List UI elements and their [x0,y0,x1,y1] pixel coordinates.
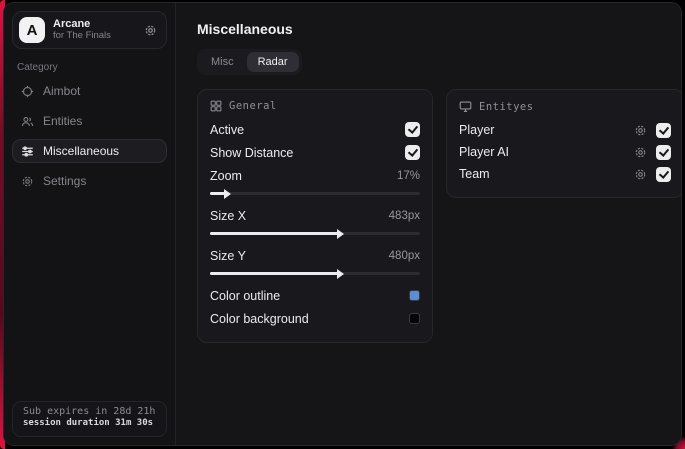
slider-value: 480px [388,249,420,262]
entities-panel-title: Entityes [479,100,534,113]
team-checkbox[interactable] [656,166,671,182]
entity-label: Player [459,123,495,137]
sidebar: A Arcane for The Finals Category Aimbot [4,3,176,445]
size-y-slider-fill [210,268,345,279]
entities-panel: Entityes Player Player AI Team [446,89,681,198]
color-row-outline: Color outline [210,284,420,307]
toggle-label: Show Distance [210,145,294,160]
sidebar-item-aimbot[interactable]: Aimbot [12,79,167,103]
tab-bar: Misc Radar [197,49,302,75]
session-duration-text: session duration 31m 30s [23,418,154,428]
player-ai-checkbox[interactable] [656,144,671,160]
profile-text: Arcane for The Finals [53,18,136,42]
app-name: Arcane [53,18,91,31]
active-checkbox[interactable] [405,122,420,137]
page-title: Miscellaneous [197,21,293,37]
slider-label: Zoom [210,168,242,183]
app-logo: A [19,17,45,43]
crosshair-icon [21,85,34,98]
slider-value: 17% [396,169,420,182]
color-label: Color background [210,311,309,326]
color-background-swatch[interactable] [409,313,420,324]
slider-row-size-y: Size Y 480px [210,244,420,267]
profile-gear-icon[interactable] [144,24,157,37]
entity-row-team: Team [459,163,671,185]
toggle-label: Active [210,122,245,137]
sidebar-item-miscellaneous[interactable]: Miscellaneous [12,139,167,163]
toggle-row-show-distance: Show Distance [210,141,420,164]
subscription-card: Sub expires in 28d 21h session duration … [12,401,167,437]
size-y-slider[interactable] [210,268,420,279]
entity-row-player: Player [459,119,671,141]
sliders-icon [21,145,34,158]
profile-card[interactable]: A Arcane for The Finals [12,11,167,49]
app-window: A Arcane for The Finals Category Aimbot [3,2,682,446]
sub-expiry-text: Sub expires in 28d 21h [23,406,156,417]
slider-value: 483px [388,209,420,222]
users-icon [21,115,34,128]
entity-label: Player AI [459,145,510,159]
slider-row-size-x: Size X 483px [210,204,420,227]
general-panel-header: General [210,100,420,112]
monitor-icon [459,100,472,113]
entities-panel-header: Entityes [459,100,671,113]
sidebar-item-label: Aimbot [43,84,81,98]
general-panel: General Active Show Distance Zoom 17% Si… [197,89,433,343]
tab-radar[interactable]: Radar [246,52,299,72]
entity-gear-icon[interactable] [634,168,647,181]
slider-label: Size Y [210,248,246,263]
zoom-slider[interactable] [210,188,420,199]
color-label: Color outline [210,288,281,303]
slider-label: Size X [210,208,247,223]
size-x-slider[interactable] [210,228,420,239]
entity-gear-icon[interactable] [634,124,647,137]
gear-icon [21,175,34,188]
general-panel-title: General [229,100,277,112]
tab-misc[interactable]: Misc [200,52,245,72]
size-x-slider-fill [210,228,345,239]
sidebar-item-entities[interactable]: Entities [12,109,167,133]
entity-label: Team [459,167,490,181]
toggle-row-active: Active [210,118,420,141]
category-label: Category [17,62,58,73]
sidebar-item-label: Settings [43,174,87,188]
color-row-background: Color background [210,307,420,330]
entity-gear-icon[interactable] [634,146,647,159]
entity-row-player-ai: Player AI [459,141,671,163]
app-subtitle: for The Finals [53,29,111,41]
panels-row: General Active Show Distance Zoom 17% Si… [197,89,681,343]
color-outline-swatch[interactable] [409,290,420,301]
slider-row-zoom: Zoom 17% [210,164,420,187]
player-checkbox[interactable] [656,122,671,138]
sidebar-item-label: Miscellaneous [43,144,120,158]
sidebar-item-settings[interactable]: Settings [12,169,167,193]
layout-grid-icon [210,100,222,112]
show-distance-checkbox[interactable] [405,145,420,160]
sidebar-nav: Aimbot Entities Miscellaneous Settings [12,79,167,193]
zoom-slider-fill [210,188,231,199]
main-content: Miscellaneous Misc Radar General Active … [176,3,681,445]
sidebar-item-label: Entities [43,114,83,128]
